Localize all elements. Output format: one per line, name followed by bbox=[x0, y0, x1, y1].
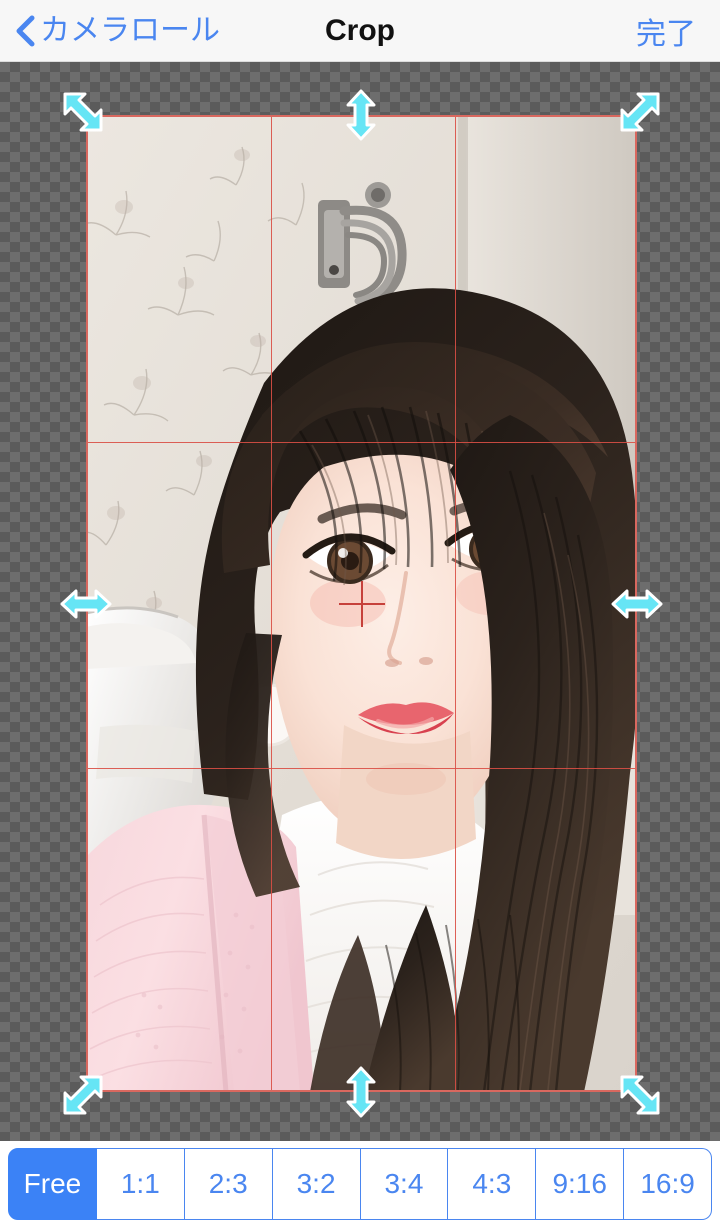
aspect-ratio-option-4-3[interactable]: 4:3 bbox=[448, 1148, 537, 1220]
crop-handle-top-right[interactable] bbox=[610, 88, 664, 142]
aspect-ratio-option-3-4[interactable]: 3:4 bbox=[360, 1148, 449, 1220]
back-button[interactable]: カメラロール bbox=[14, 0, 220, 61]
photo-container[interactable] bbox=[86, 115, 637, 1092]
aspect-ratio-option-3-2[interactable]: 3:2 bbox=[272, 1148, 361, 1220]
resize-vertical-icon bbox=[346, 89, 376, 141]
crop-handle-middle-right[interactable] bbox=[610, 577, 664, 631]
crop-handle-bottom-left[interactable] bbox=[59, 1065, 113, 1119]
done-button[interactable]: 完了 bbox=[636, 0, 696, 61]
aspect-ratio-segmented-control[interactable]: Free 1:1 2:3 3:2 3:4 4:3 9:16 16:9 bbox=[8, 1148, 712, 1220]
aspect-ratio-option-1-1[interactable]: 1:1 bbox=[96, 1148, 185, 1220]
resize-diagonal-nwse-icon bbox=[63, 92, 103, 132]
back-button-label: カメラロール bbox=[40, 13, 220, 47]
crop-handle-bottom-center[interactable] bbox=[334, 1065, 388, 1119]
resize-diagonal-nwse-icon bbox=[620, 1075, 660, 1115]
chevron-left-icon bbox=[14, 14, 36, 48]
resize-horizontal-icon bbox=[60, 589, 112, 619]
aspect-ratio-option-free[interactable]: Free bbox=[8, 1148, 97, 1220]
crop-handle-middle-left[interactable] bbox=[59, 577, 113, 631]
crop-editor-canvas[interactable] bbox=[0, 62, 720, 1141]
aspect-ratio-option-16-9[interactable]: 16:9 bbox=[624, 1148, 712, 1220]
aspect-ratio-option-2-3[interactable]: 2:3 bbox=[184, 1148, 273, 1220]
resize-horizontal-icon bbox=[611, 589, 663, 619]
crop-handle-bottom-right[interactable] bbox=[610, 1065, 664, 1119]
aspect-ratio-bar: Free 1:1 2:3 3:2 3:4 4:3 9:16 16:9 bbox=[0, 1141, 720, 1227]
resize-vertical-icon bbox=[346, 1066, 376, 1118]
resize-diagonal-nesw-icon bbox=[63, 1075, 103, 1115]
navigation-bar: カメラロール Crop 完了 bbox=[0, 0, 720, 62]
aspect-ratio-option-9-16[interactable]: 9:16 bbox=[536, 1148, 625, 1220]
resize-diagonal-nesw-icon bbox=[620, 92, 660, 132]
photo-image bbox=[86, 115, 637, 1092]
crop-handle-top-center[interactable] bbox=[334, 88, 388, 142]
crop-handle-top-left[interactable] bbox=[59, 88, 113, 142]
